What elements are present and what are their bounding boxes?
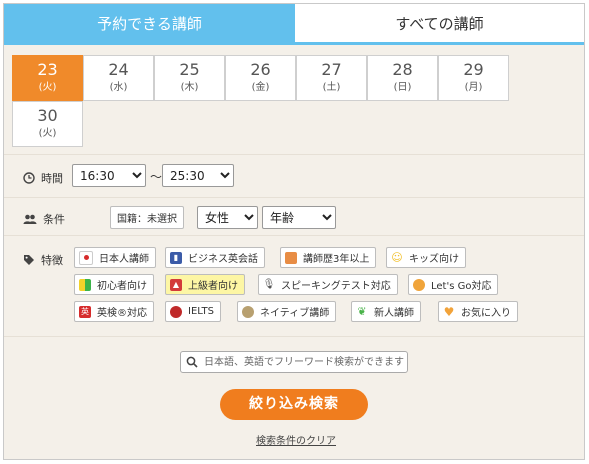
date-cell[interactable]: 30 (火)	[12, 101, 83, 147]
date-weekday: (木)	[180, 82, 199, 93]
smile-icon: ☺	[391, 251, 403, 264]
condition-label-group: 条件	[23, 211, 65, 227]
chip-label: ネイティブ講師	[260, 308, 330, 319]
search-icon	[186, 356, 198, 368]
feature-chip-kids[interactable]: ☺ キッズ向け	[386, 247, 466, 268]
divider	[4, 154, 584, 155]
date-weekday: (土)	[322, 82, 341, 93]
chip-label: 上級者向け	[188, 281, 238, 292]
feature-chip-japanese[interactable]: 日本人講師	[74, 247, 156, 268]
letsgo-icon	[413, 278, 425, 291]
date-weekday: (火)	[38, 82, 57, 93]
date-cell[interactable]: 27 (土)	[296, 55, 367, 101]
chip-label: IELTS	[188, 306, 214, 317]
chip-label: Let's Go対応	[431, 281, 492, 292]
feature-chip-experienced[interactable]: 講師歴3年以上	[280, 247, 377, 268]
feature-label: 特徴	[41, 254, 63, 267]
condition-label: 条件	[43, 213, 65, 226]
date-day: 28	[392, 60, 413, 79]
beginner-mark-icon	[79, 278, 91, 291]
feature-chip-ielts[interactable]: IELTS	[165, 301, 221, 322]
date-weekday: (月)	[464, 82, 483, 93]
date-cell[interactable]: 28 (日)	[367, 55, 438, 101]
graduation-cap-icon: ▲	[170, 278, 182, 291]
time-range-separator: ～	[150, 170, 163, 184]
time-label-group: 時間	[23, 170, 63, 186]
sprout-icon: ❦	[356, 305, 368, 318]
date-cell[interactable]: 25 (木)	[154, 55, 225, 101]
feature-chip-favorite[interactable]: ♥ お気に入り	[438, 301, 518, 322]
japan-flag-icon	[79, 250, 93, 265]
date-weekday: (火)	[38, 128, 57, 139]
ielts-icon	[170, 305, 182, 318]
divider	[4, 336, 584, 337]
heart-icon: ♥	[443, 304, 455, 319]
gender-select[interactable]: 女性	[197, 206, 258, 229]
search-input[interactable]	[202, 355, 406, 369]
date-day: 24	[108, 60, 129, 79]
divider	[4, 197, 584, 198]
date-cell[interactable]: 29 (月)	[438, 55, 509, 101]
chip-label: キッズ向け	[409, 254, 459, 265]
feature-chip-advanced[interactable]: ▲ 上級者向け	[165, 274, 245, 295]
clear-conditions-link[interactable]: 検索条件のクリア	[256, 432, 336, 447]
chip-label: ビジネス英会話	[188, 254, 258, 265]
chip-label: 英検®対応	[97, 308, 147, 319]
people-icon	[23, 214, 37, 224]
date-weekday: (水)	[109, 82, 128, 93]
date-day: 26	[250, 60, 271, 79]
business-building-icon: ▮	[170, 251, 182, 264]
tag-icon	[24, 255, 34, 265]
search-panel: 予約できる講師 すべての講師 23 (火) 24 (水) 25 (木) 26 (…	[3, 3, 585, 460]
chip-label: 初心者向け	[97, 281, 147, 292]
tab-available-teachers[interactable]: 予約できる講師	[4, 4, 295, 45]
feature-chip-business[interactable]: ▮ ビジネス英会話	[165, 247, 265, 268]
date-weekday: (金)	[251, 82, 270, 93]
time-label: 時間	[41, 172, 63, 185]
date-day: 23	[37, 60, 58, 79]
feature-chip-speaking-test[interactable]: 🎙 スピーキングテスト対応	[258, 274, 398, 295]
time-from-select[interactable]: 16:30	[72, 164, 146, 187]
chip-label: 講師歴3年以上	[303, 254, 370, 265]
date-day: 27	[321, 60, 342, 79]
chip-label: お気に入り	[461, 308, 511, 319]
feature-chip-letsgo[interactable]: Let's Go対応	[408, 274, 499, 295]
clock-icon	[23, 172, 35, 184]
date-day: 25	[179, 60, 200, 79]
nationality-select[interactable]: 国籍：未選択	[110, 206, 184, 229]
date-weekday: (日)	[393, 82, 412, 93]
date-cell[interactable]: 23 (火)	[12, 55, 83, 101]
feature-label-group: 特徴	[23, 252, 63, 268]
feature-chip-beginner[interactable]: 初心者向け	[74, 274, 154, 295]
microphone-icon: 🎙	[262, 278, 276, 291]
box-icon	[285, 251, 297, 264]
filter-search-button[interactable]: 絞り込み検索	[220, 389, 368, 420]
divider	[4, 235, 584, 236]
date-day: 30	[37, 106, 58, 125]
chip-label: 日本人講師	[99, 254, 149, 265]
date-cell[interactable]: 24 (水)	[83, 55, 154, 101]
tab-all-teachers[interactable]: すべての講師	[295, 4, 584, 45]
free-word-search	[180, 351, 408, 373]
eiken-icon: 英	[79, 305, 91, 318]
chip-label: 新人講師	[374, 308, 414, 319]
date-day: 29	[463, 60, 484, 79]
tab-bar: 予約できる講師 すべての講師	[4, 4, 584, 45]
age-select[interactable]: 年齢	[262, 206, 336, 229]
feature-chip-native[interactable]: ネイティブ講師	[237, 301, 337, 322]
feature-chip-new-teacher[interactable]: ❦ 新人講師	[351, 301, 421, 322]
feature-chip-eiken[interactable]: 英 英検®対応	[74, 301, 154, 322]
native-person-icon	[242, 305, 254, 318]
time-to-select[interactable]: 25:30	[162, 164, 234, 187]
chip-label: スピーキングテスト対応	[281, 281, 391, 292]
date-cell[interactable]: 26 (金)	[225, 55, 296, 101]
